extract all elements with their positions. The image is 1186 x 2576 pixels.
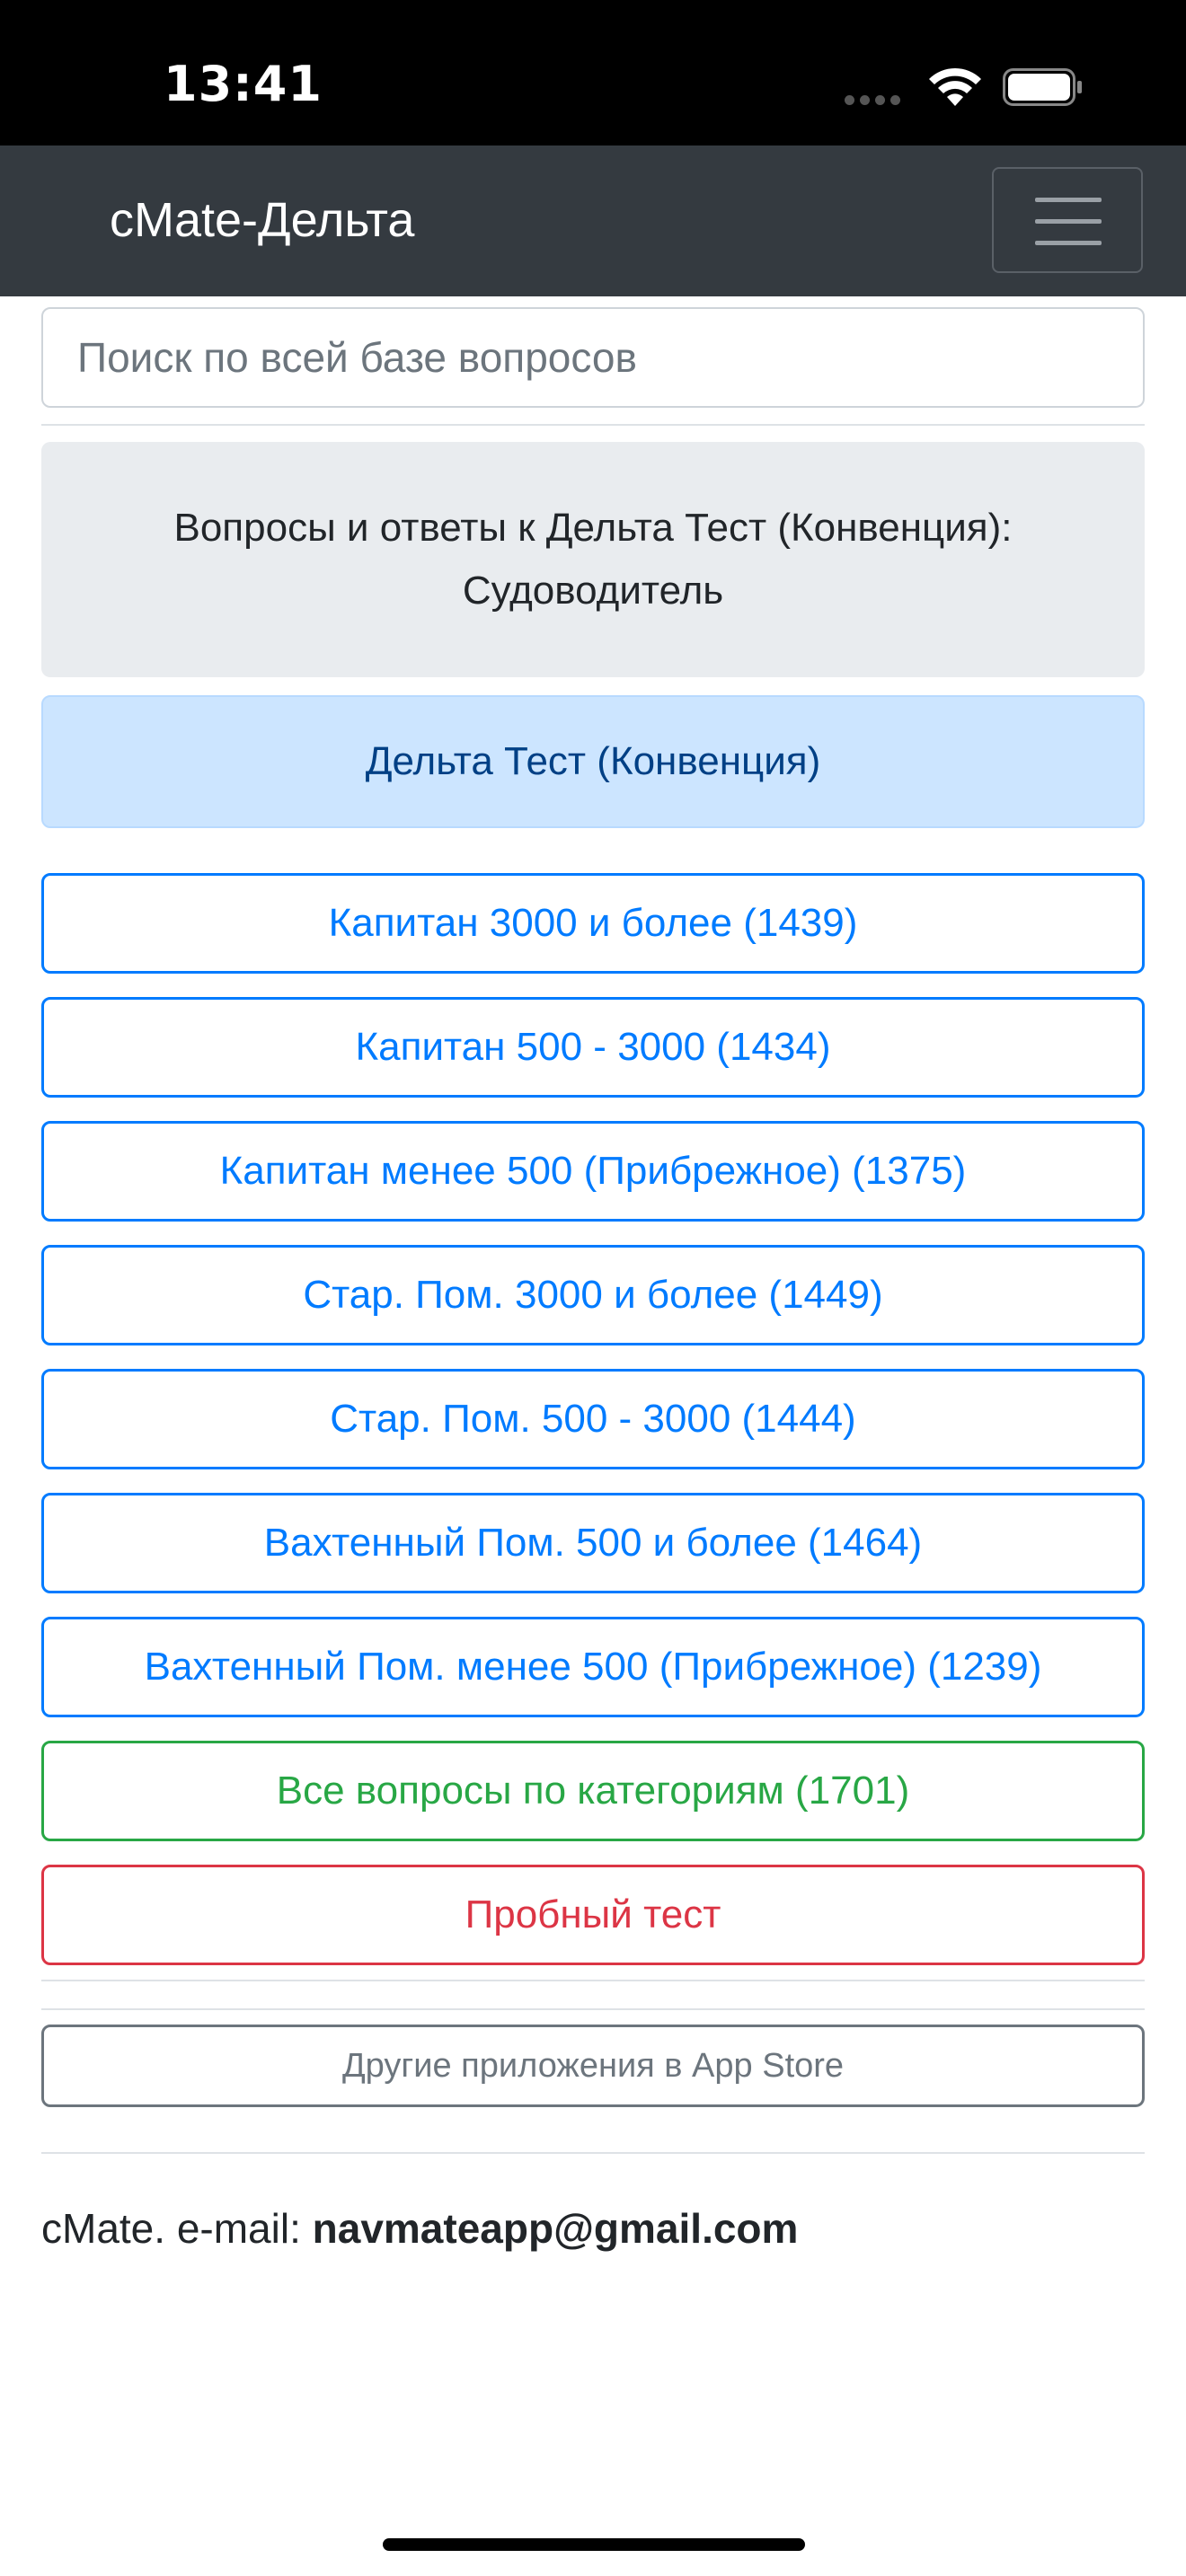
status-bar: 13:41 [0, 0, 1186, 146]
other-apps-button[interactable]: Другие приложения в App Store [41, 2025, 1145, 2107]
menu-toggle-button[interactable] [992, 167, 1143, 273]
navbar-brand[interactable]: cMate-Дельта [110, 192, 414, 248]
category-header: Вопросы и ответы к Дельта Тест (Конвенци… [41, 442, 1145, 677]
navbar: cMate-Дельта [0, 146, 1186, 296]
category-button-captain-3000[interactable]: Капитан 3000 и более (1439) [41, 873, 1145, 974]
divider [41, 424, 1145, 426]
search-input[interactable]: Поиск по всей базе вопросов [41, 307, 1145, 408]
cellular-dots-icon [845, 93, 907, 105]
category-button-watch-officer-500[interactable]: Вахтенный Пом. 500 и более (1464) [41, 1493, 1145, 1593]
footer-contact: cMate. e-mail: navmateapp@gmail.com [41, 2204, 798, 2253]
category-button-chief-mate-500-3000[interactable]: Стар. Пом. 500 - 3000 (1444) [41, 1369, 1145, 1469]
category-button-chief-mate-3000[interactable]: Стар. Пом. 3000 и более (1449) [41, 1245, 1145, 1345]
status-time: 13:41 [164, 56, 323, 112]
footer-email-link[interactable]: navmateapp@gmail.com [313, 2205, 799, 2252]
divider [41, 2152, 1145, 2154]
divider [41, 1980, 1145, 1981]
all-questions-button[interactable]: Все вопросы по категориям (1701) [41, 1741, 1145, 1841]
category-button-captain-500-3000[interactable]: Капитан 500 - 3000 (1434) [41, 997, 1145, 1098]
divider [41, 2008, 1145, 2010]
category-header-line2: Судоводитель [462, 569, 724, 613]
category-button-captain-under-500[interactable]: Капитан менее 500 (Прибрежное) (1375) [41, 1121, 1145, 1222]
footer-prefix: cMate. e-mail: [41, 2205, 313, 2252]
trial-test-button[interactable]: Пробный тест [41, 1865, 1145, 1965]
section-alert: Дельта Тест (Конвенция) [41, 695, 1145, 828]
home-indicator [383, 2538, 805, 2551]
category-header-line1: Вопросы и ответы к Дельта Тест (Конвенци… [173, 506, 1013, 550]
category-button-watch-officer-under-500[interactable]: Вахтенный Пом. менее 500 (Прибрежное) (1… [41, 1617, 1145, 1717]
wifi-icon [929, 67, 981, 106]
status-indicators [845, 63, 1082, 108]
battery-icon [1003, 68, 1082, 106]
